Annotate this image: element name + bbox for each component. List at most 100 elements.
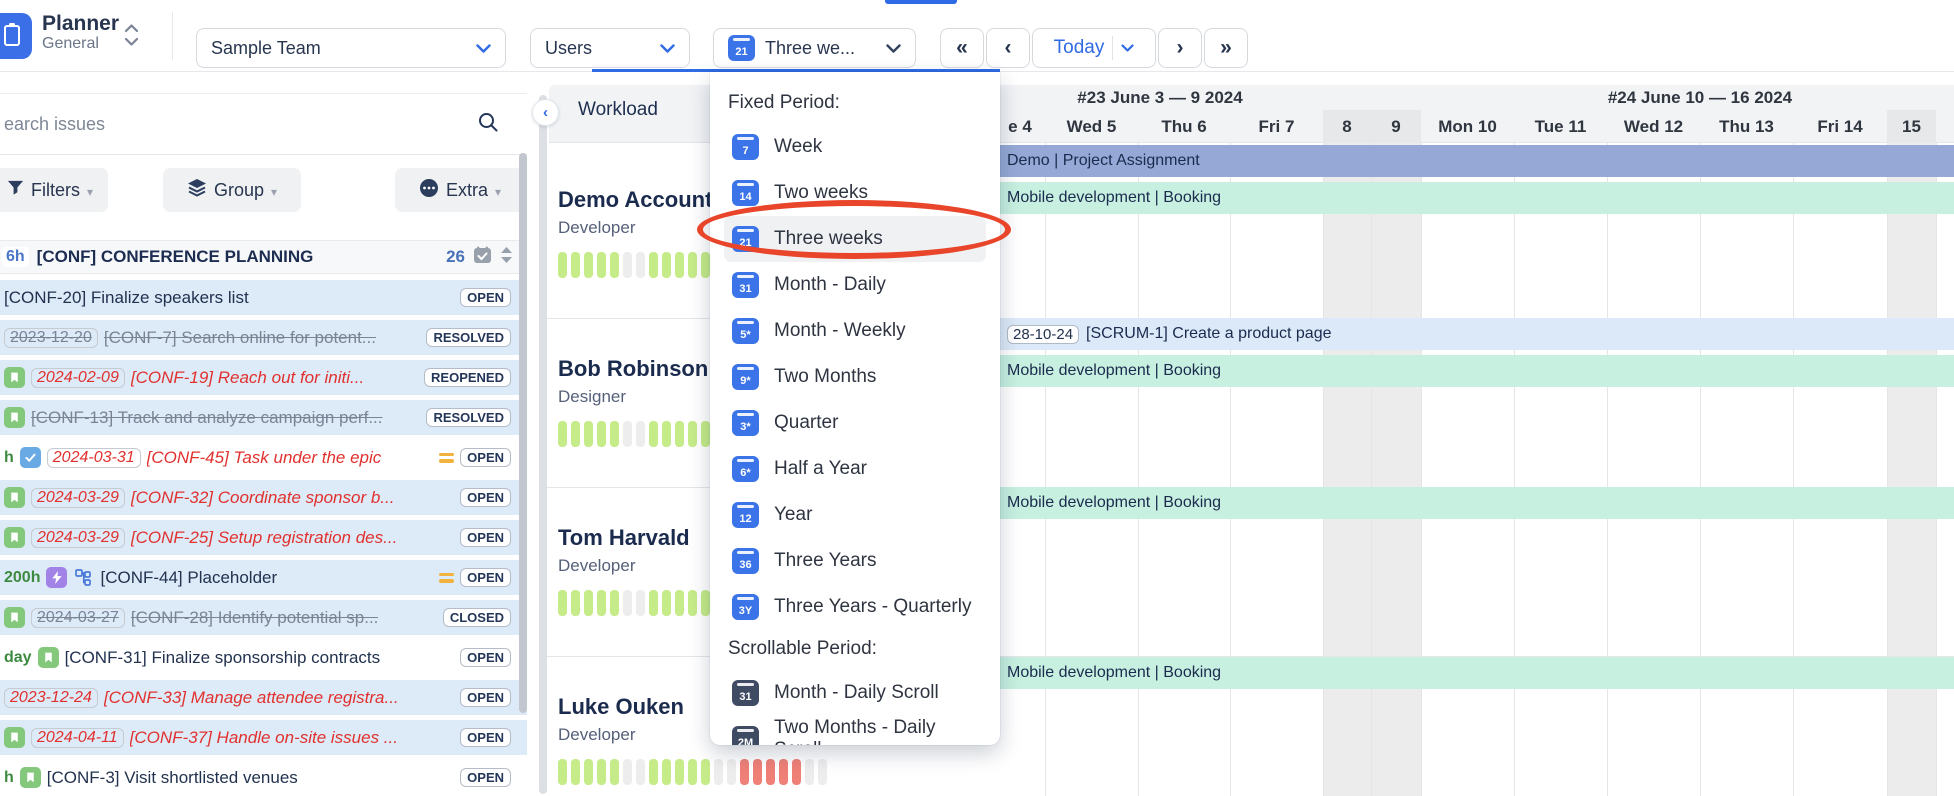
period-option[interactable]: 7 Week <box>724 124 986 170</box>
day-header: Wed 12 <box>1607 110 1700 143</box>
timeline-bar-booking[interactable]: Mobile development | Booking <box>1000 657 1954 689</box>
sort-icon[interactable] <box>500 246 513 269</box>
timeline-bar-scrum-task[interactable]: 28-10-24 [SCRUM-1] Create a product page <box>1000 318 1954 350</box>
timeline-bar-project-assignment[interactable]: Demo | Project Assignment <box>1000 145 1954 177</box>
chevron-down-icon[interactable] <box>1121 37 1134 59</box>
fixed-period-label: Fixed Period: <box>724 84 986 124</box>
period-option[interactable]: 36 Three Years <box>724 538 986 584</box>
period-option[interactable]: 31 Month - Daily Scroll <box>724 670 986 716</box>
chevron-down-icon: ▾ <box>87 185 93 199</box>
workload-bar <box>584 759 593 785</box>
sidebar-scrollbar[interactable] <box>519 153 527 713</box>
period-option[interactable]: 21 Three weeks <box>724 216 986 262</box>
workload-bar <box>610 252 619 278</box>
group-button[interactable]: Group ▾ <box>163 168 301 212</box>
task-row[interactable]: 2024-02-09 [CONF-19] Reach out for initi… <box>0 360 527 395</box>
day-header-weekend: 9 <box>1371 110 1421 143</box>
weekend-column <box>1371 143 1421 796</box>
period-option[interactable]: 5* Month - Weekly <box>724 308 986 354</box>
filters-label: Filters <box>31 180 80 201</box>
task-row[interactable]: 2023-12-24 [CONF-33] Manage attendee reg… <box>0 680 527 715</box>
nav-first-button[interactable]: « <box>940 28 984 68</box>
workload-bar <box>558 590 567 616</box>
due-date-chip: 2023-12-24 <box>4 688 98 708</box>
filters-button[interactable]: Filters ▾ <box>0 168 108 212</box>
calendar-icon: 6* <box>732 456 759 482</box>
planner-logo-icon[interactable] <box>0 13 32 59</box>
task-row[interactable]: 2023-12-20 [CONF-7] Search online for po… <box>0 320 527 355</box>
period-option[interactable]: 3Y Three Years - Quarterly <box>724 584 986 630</box>
timeline-bar-booking[interactable]: Mobile development | Booking <box>1000 182 1954 214</box>
nav-prev-button[interactable]: ‹ <box>986 28 1030 68</box>
team-select[interactable]: Sample Team <box>196 28 506 68</box>
period-option-label: Three weeks <box>774 228 883 250</box>
bar-label: Mobile development | Booking <box>1007 664 1221 682</box>
status-badge: OPEN <box>460 568 511 587</box>
task-row[interactable]: 200h [CONF-44] Placeholder OPEN <box>0 560 527 595</box>
task-row[interactable]: h [CONF-3] Visit shortlisted venues OPEN <box>0 760 527 795</box>
timeline-bar-booking[interactable]: Mobile development | Booking <box>1000 355 1954 387</box>
workload-bar <box>805 759 814 785</box>
planner-app: Workload #23 June 3 — 9 2024 #24 June 10… <box>0 0 1954 796</box>
task-row[interactable]: h 2024-03-31 [CONF-45] Task under the ep… <box>0 440 527 475</box>
story-bookmark-icon <box>4 727 25 748</box>
extra-button[interactable]: Extra ▾ <box>395 168 525 212</box>
timeline-bar-booking[interactable]: Mobile development | Booking <box>1000 487 1954 519</box>
workload-bar <box>701 759 710 785</box>
task-row[interactable]: 2024-03-29 [CONF-32] Coordinate sponsor … <box>0 480 527 515</box>
bar-label: Demo | Project Assignment <box>1007 152 1200 170</box>
workload-bar <box>779 759 788 785</box>
task-row[interactable]: [CONF-20] Finalize speakers list OPEN <box>0 280 527 315</box>
task-row[interactable]: day [CONF-31] Finalize sponsorship contr… <box>0 640 527 675</box>
due-date-chip: 28-10-24 <box>1007 325 1079 344</box>
calendar-icon: 12 <box>732 502 759 528</box>
workload-bar <box>558 759 567 785</box>
workload-bar <box>688 252 697 278</box>
today-button[interactable]: Today <box>1032 28 1156 68</box>
search-input[interactable]: earch issues <box>4 114 477 135</box>
nav-last-button[interactable]: » <box>1204 28 1248 68</box>
collapse-sidebar-button[interactable]: ‹ <box>532 99 559 126</box>
users-select[interactable]: Users <box>530 28 690 68</box>
task-row[interactable]: 2024-03-27 [CONF-28] Identify potential … <box>0 600 527 635</box>
workload-bar <box>662 252 671 278</box>
workload-scrollbar[interactable] <box>539 95 547 794</box>
period-option[interactable]: 2M Two Months - Daily Scroll <box>724 716 986 745</box>
epic-header-row[interactable]: 6h [CONF] CONFERENCE PLANNING 26 <box>0 240 527 274</box>
period-option[interactable]: 3* Quarter <box>724 400 986 446</box>
task-row[interactable]: 2024-04-11 [CONF-37] Handle on-site issu… <box>0 720 527 755</box>
layers-icon <box>187 178 207 202</box>
day-header: Fri 14 <box>1793 110 1887 143</box>
priority-medium-icon <box>439 573 454 583</box>
period-option[interactable]: 12 Year <box>724 492 986 538</box>
status-badge: OPEN <box>460 528 511 547</box>
funnel-icon <box>7 179 24 201</box>
dashboard-switcher-icon[interactable] <box>124 22 139 53</box>
task-title: [CONF-31] Finalize sponsorship contracts <box>65 648 381 668</box>
period-option[interactable]: 6* Half a Year <box>724 446 986 492</box>
chevron-down-icon: ▾ <box>495 185 501 199</box>
period-option[interactable]: 31 Month - Daily <box>724 262 986 308</box>
search-issues-row[interactable]: earch issues <box>0 93 527 155</box>
grid-line <box>1607 143 1608 796</box>
chevron-down-icon <box>660 38 675 59</box>
nav-next-button[interactable]: › <box>1158 28 1202 68</box>
task-row[interactable]: 2024-03-29 [CONF-25] Setup registration … <box>0 520 527 555</box>
scrollable-period-label: Scrollable Period: <box>724 630 986 670</box>
period-option[interactable]: 14 Two weeks <box>724 170 986 216</box>
day-header: Mon 10 <box>1421 110 1514 143</box>
task-title: [CONF-20] Finalize speakers list <box>4 288 249 308</box>
period-option[interactable]: 9* Two Months <box>724 354 986 400</box>
workload-bar <box>571 421 580 447</box>
week-header-23: #23 June 3 — 9 2024 <box>1020 86 1300 110</box>
workload-bar <box>649 421 658 447</box>
search-icon[interactable] <box>477 111 499 138</box>
calendar-icon: 2M <box>732 726 759 745</box>
placeholder-bolt-icon <box>46 567 67 588</box>
story-bookmark-icon <box>4 487 25 508</box>
task-row[interactable]: [CONF-13] Track and analyze campaign per… <box>0 400 527 435</box>
bar-label: Mobile development | Booking <box>1007 494 1221 512</box>
bar-label: [SCRUM-1] Create a product page <box>1086 325 1331 343</box>
calendar-icon: 3* <box>732 410 759 436</box>
period-select[interactable]: 21 Three we... <box>713 28 916 68</box>
